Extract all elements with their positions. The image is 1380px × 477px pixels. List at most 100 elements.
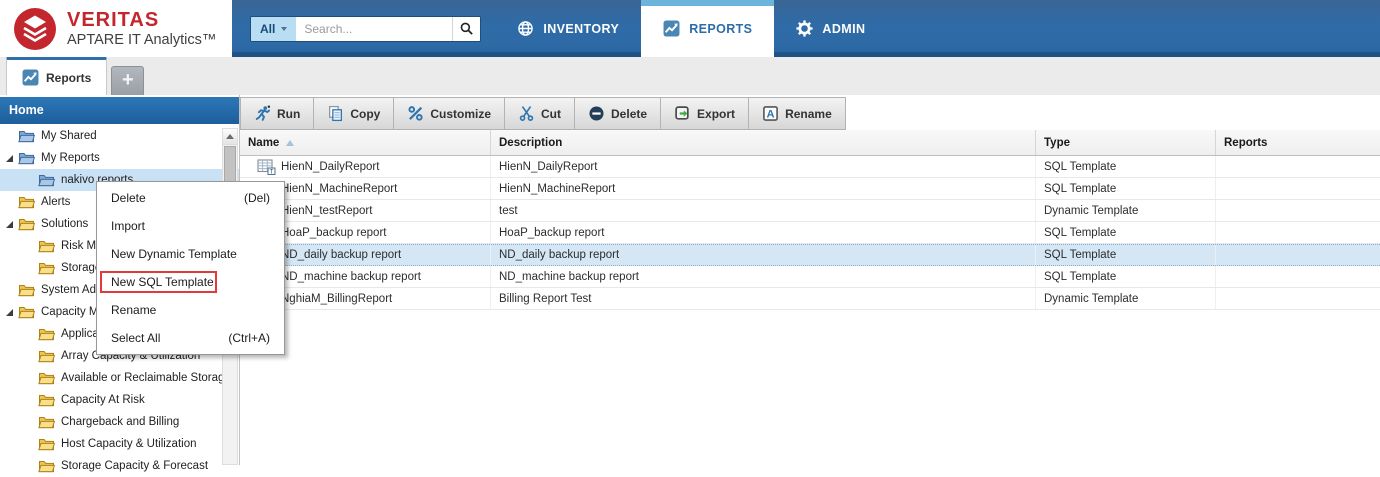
expand-arrow-icon[interactable] (6, 221, 13, 228)
tree-item[interactable]: Chargeback and Billing (0, 411, 239, 433)
cell-type: SQL Template (1036, 156, 1216, 177)
report-table: Name Description Type Reports T HienN_D (240, 130, 1380, 465)
cell-description: ND_machine backup report (491, 266, 1036, 287)
column-header-type[interactable]: Type (1036, 130, 1216, 155)
cell-description: Billing Report Test (491, 288, 1036, 309)
delete-button[interactable]: Delete (575, 98, 661, 129)
scrollbar-up-button[interactable] (223, 129, 237, 145)
table-row[interactable]: T HoaP_backup report HoaP_backup report … (240, 222, 1380, 244)
search-input[interactable] (296, 17, 452, 41)
folder-yellow-icon (38, 371, 55, 385)
nav-area: All INVENTORY REPORTS ADMIN (232, 0, 1380, 57)
table-row[interactable]: T HienN_MachineReport HienN_MachineRepor… (240, 178, 1380, 200)
menu-item-new-dynamic-template[interactable]: New Dynamic Template (97, 240, 284, 268)
column-header-reports[interactable]: Reports (1216, 130, 1380, 155)
cell-reports (1216, 288, 1380, 309)
cell-reports (1216, 156, 1380, 177)
column-header-name[interactable]: Name (240, 130, 491, 155)
table-row[interactable]: T HienN_DailyReport HienN_DailyReport SQ… (240, 156, 1380, 178)
cell-reports (1216, 266, 1380, 287)
menu-item-new-sql-template[interactable]: New SQL Template (97, 268, 284, 296)
cut-button[interactable]: Cut (505, 98, 575, 129)
folder-yellow-icon (38, 327, 55, 341)
folder-blue-icon (38, 173, 55, 187)
nav-inventory[interactable]: INVENTORY (495, 0, 641, 57)
cell-reports (1216, 222, 1380, 243)
folder-yellow-icon (38, 415, 55, 429)
export-icon (674, 105, 691, 122)
rename-icon: A (762, 105, 779, 122)
cell-type: SQL Template (1036, 178, 1216, 199)
tab-bar: Reports + (0, 57, 1380, 95)
table-header: Name Description Type Reports (240, 130, 1380, 156)
table-row[interactable]: T ND_machine backup report ND_machine ba… (240, 266, 1380, 288)
folder-blue-icon (18, 129, 35, 143)
run-button[interactable]: Run (241, 98, 314, 129)
sidebar-header: Home (0, 97, 239, 124)
tree-item[interactable]: My Reports (0, 147, 239, 169)
tree-item[interactable]: Capacity At Risk (0, 389, 239, 411)
table-row[interactable]: T HienN_testReport test Dynamic Template (240, 200, 1380, 222)
menu-item-select-all[interactable]: Select All (Ctrl+A) (97, 324, 284, 352)
globe-icon (517, 20, 534, 37)
column-header-description[interactable]: Description (491, 130, 1036, 155)
search-button[interactable] (452, 17, 480, 41)
nav-reports[interactable]: REPORTS (641, 0, 774, 57)
run-icon (254, 105, 271, 122)
context-menu: Delete (Del) Import New Dynamic Template… (96, 181, 285, 355)
cell-type: SQL Template (1036, 266, 1216, 287)
gear-icon (796, 20, 813, 37)
delete-icon (588, 105, 605, 122)
menu-item-delete[interactable]: Delete (Del) (97, 184, 284, 212)
cell-description: HienN_MachineReport (491, 178, 1036, 199)
svg-text:A: A (767, 109, 775, 121)
new-tab-button[interactable]: + (111, 66, 144, 95)
nav-admin[interactable]: ADMIN (774, 0, 887, 57)
menu-item-rename[interactable]: Rename (97, 296, 284, 324)
table-row[interactable]: T NghiaM_BillingReport Billing Report Te… (240, 288, 1380, 310)
app-root: VERITAS APTARE IT Analytics™ All INVENTO… (0, 0, 1380, 465)
chart-icon (22, 69, 39, 86)
search-bar: All (250, 16, 481, 42)
copy-button[interactable]: Copy (314, 98, 394, 129)
folder-yellow-icon (18, 217, 35, 231)
search-scope-dropdown[interactable]: All (251, 17, 296, 41)
customize-button[interactable]: Customize (394, 98, 505, 129)
chevron-down-icon (281, 27, 287, 31)
export-button[interactable]: Export (661, 98, 749, 129)
tree-item[interactable]: Host Capacity & Utilization (0, 433, 239, 455)
cell-description: ND_daily backup report (491, 245, 1036, 265)
tree-item[interactable]: My Shared (0, 125, 239, 147)
cell-description: HoaP_backup report (491, 222, 1036, 243)
cell-type: Dynamic Template (1036, 288, 1216, 309)
menu-item-import[interactable]: Import (97, 212, 284, 240)
tree-item[interactable]: Storage Capacity & Forecast (0, 455, 239, 477)
brand-product: APTARE IT Analytics™ (67, 32, 216, 48)
sql-template-icon: T (257, 159, 276, 175)
expand-arrow-icon[interactable] (6, 155, 13, 162)
folder-yellow-icon (38, 239, 55, 253)
folder-yellow-icon (38, 349, 55, 363)
table-body: T HienN_DailyReport HienN_DailyReport SQ… (240, 156, 1380, 310)
cell-name: T HienN_DailyReport (240, 156, 491, 177)
table-row[interactable]: T ND_daily backup report ND_daily backup… (240, 244, 1380, 266)
cell-type: Dynamic Template (1036, 200, 1216, 221)
folder-yellow-icon (18, 283, 35, 297)
folder-yellow-icon (38, 437, 55, 451)
folder-yellow-icon (18, 195, 35, 209)
tree-item[interactable]: Available or Reclaimable Storage (0, 367, 239, 389)
top-header: VERITAS APTARE IT Analytics™ All INVENTO… (0, 0, 1380, 57)
expand-arrow-icon[interactable] (6, 309, 13, 316)
veritas-logo-icon (13, 7, 57, 51)
main-nav: INVENTORY REPORTS ADMIN (495, 0, 887, 57)
folder-yellow-icon (18, 305, 35, 319)
cell-reports (1216, 178, 1380, 199)
rename-button[interactable]: A Rename (749, 98, 845, 129)
cut-icon (518, 105, 535, 122)
tab-reports[interactable]: Reports (6, 57, 107, 95)
chart-icon (663, 20, 680, 37)
arrow-up-icon (226, 134, 234, 139)
sort-asc-icon (286, 140, 294, 146)
svg-text:T: T (270, 169, 274, 175)
folder-yellow-icon (38, 459, 55, 473)
